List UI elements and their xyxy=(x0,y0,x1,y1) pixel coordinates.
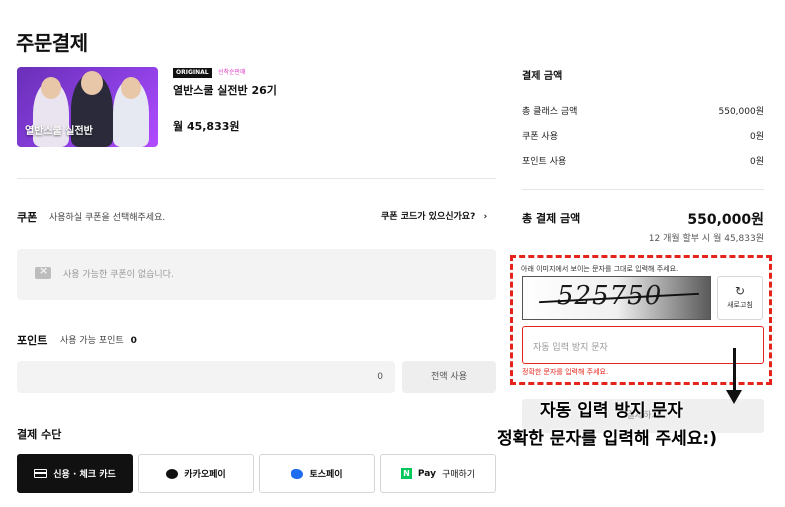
coupon-icon xyxy=(35,264,51,279)
coupon-code-link-label: 쿠폰 코드가 있으신가요? xyxy=(381,212,476,222)
captcha-instruction: 아래 이미지에서 보이는 문자를 그대로 입력해 주세요. xyxy=(521,265,679,273)
product-thumbnail: 열반스쿨 실전반 xyxy=(17,67,158,147)
toss-icon xyxy=(291,468,304,479)
points-label: 포인트 xyxy=(17,334,48,347)
refresh-label: 새로고침 xyxy=(727,301,753,309)
coupon-list: 사용 가능한 쿠폰이 없습니다. xyxy=(17,249,496,300)
pay-method-card[interactable]: 신용 · 체크 카드 xyxy=(17,454,133,493)
summary-points-value: 0원 xyxy=(749,157,764,167)
summary-title: 결제 금액 xyxy=(522,71,563,82)
kakao-icon xyxy=(166,468,179,479)
use-all-points-button[interactable]: 전액 사용 xyxy=(402,361,496,393)
captcha-input[interactable]: 자동 입력 방지 문자 xyxy=(522,326,764,364)
captcha-image: 525750 xyxy=(522,276,711,320)
product-monthly-price: 월 45,833원 xyxy=(173,120,240,133)
product-name: 열반스쿨 실전반 26기 xyxy=(173,84,277,97)
order-badge: 선착순판매 xyxy=(218,69,246,76)
annotation-line-2: 정확한 문자를 입력해 주세요:) xyxy=(497,429,718,449)
section-divider xyxy=(17,178,496,179)
points-input[interactable]: 0 xyxy=(17,361,395,393)
annotation-arrow xyxy=(733,348,736,392)
coupon-sub: 사용하실 쿠폰을 선택해주세요. xyxy=(49,213,166,223)
chevron-right-icon: › xyxy=(483,212,488,222)
card-icon xyxy=(34,469,48,478)
total-label: 총 결제 금액 xyxy=(522,212,581,225)
naver-icon: N xyxy=(400,468,412,479)
annotation-line-1: 자동 입력 방지 문자 xyxy=(540,401,683,421)
installment-info: 12 개월 할부 시 월 45,833원 xyxy=(648,234,764,244)
pay-method-tosspay[interactable]: 토스페이 xyxy=(259,454,375,493)
coupon-code-link[interactable]: 쿠폰 코드가 있으신가요? › xyxy=(381,209,487,222)
points-available-value: 0 xyxy=(130,336,137,346)
summary-class-amount-label: 총 클래스 금액 xyxy=(522,107,578,117)
pay-method-naverpay[interactable]: N Pay 구매하기 xyxy=(380,454,496,493)
coupon-empty-message: 사용 가능한 쿠폰이 없습니다. xyxy=(63,270,174,280)
points-available-label: 사용 가능 포인트 0 xyxy=(60,336,137,346)
summary-coupon-value: 0원 xyxy=(749,132,764,142)
summary-coupon-label: 쿠폰 사용 xyxy=(522,132,558,142)
pay-method-kakaopay[interactable]: 카카오페이 xyxy=(138,454,254,493)
payment-method-label: 결제 수단 xyxy=(17,428,62,441)
annotation-arrow-head xyxy=(726,390,742,404)
page-title: 주문결제 xyxy=(16,31,88,55)
summary-class-amount-value: 550,000원 xyxy=(718,107,765,117)
coupon-label: 쿠폰 xyxy=(17,211,38,224)
thumbnail-caption: 열반스쿨 실전반 xyxy=(25,126,93,137)
captcha-refresh-button[interactable]: ↻ 새로고침 xyxy=(717,276,763,320)
refresh-icon: ↻ xyxy=(734,284,746,298)
total-value: 550,000원 xyxy=(687,212,764,228)
summary-divider xyxy=(522,189,764,190)
original-badge: ORIGINAL xyxy=(173,68,212,78)
summary-points-label: 포인트 사용 xyxy=(522,157,567,167)
captcha-error: 정확한 문자를 입력해 주세요. xyxy=(522,368,609,376)
